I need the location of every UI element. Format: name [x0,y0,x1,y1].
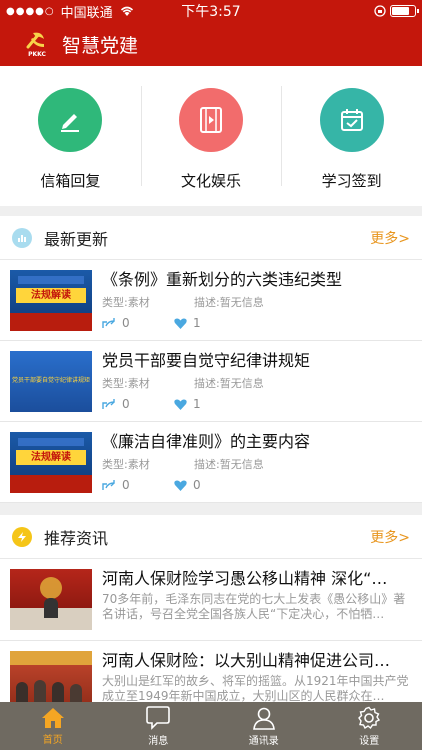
chart-bars-icon [12,227,32,248]
home-icon [41,707,64,728]
share-icon[interactable] [102,398,116,410]
quick-action-mailbox[interactable]: 信箱回复 [0,66,141,206]
chat-bubble-icon [146,705,171,730]
news-type: 类型:素材 [102,296,150,309]
share-count: 0 [122,397,130,411]
status-bar: ●●●●○ 中国联通 下午3:57 [0,0,422,22]
quick-action-label: 学习签到 [321,172,382,190]
tab-label: 设置 [359,735,380,747]
quick-action-label: 文化娱乐 [181,172,242,190]
latest-list: 法规解读 《条例》重新划分的六类违纪类型 类型:素材 描述:暂无信息 0 1 党员… [0,260,422,503]
news-thumbnail: 党员干部要自觉守纪律讲规矩 [10,351,92,412]
film-icon [179,88,243,152]
quick-action-checkin[interactable]: 学习签到 [281,66,422,206]
lightning-icon [12,526,32,547]
share-icon[interactable] [102,479,116,491]
tab-messages[interactable]: 消息 [106,702,212,750]
news-summary: 大别山是红军的故乡、将军的摇篮。从1921年中国共产党成立至1949年新中国成立… [102,674,409,703]
latest-section-header: 最新更新 更多> [0,216,422,260]
heart-icon[interactable] [174,480,187,491]
news-title: 河南人保财险学习愚公移山精神 深化“… [102,569,388,588]
calendar-check-icon [319,88,384,152]
tab-label: 通讯录 [248,735,279,747]
carrier-label: 中国联通 [60,5,113,21]
news-title: 河南人保财险：以大别山精神促进公司… [102,651,391,670]
news-desc: 描述:暂无信息 [194,296,264,309]
quick-actions: 信箱回复 文化娱乐 学习签到 [0,66,422,206]
signal-icon: ●●●●○ [6,5,55,17]
list-item[interactable]: 党员干部要自觉守纪律讲规矩 党员干部要自觉守纪律讲规矩 类型:素材 描述:暂无信息… [0,341,422,422]
app-header: PKKC 智慧党建 [0,22,422,66]
news-desc: 描述:暂无信息 [194,458,264,471]
heart-icon[interactable] [174,318,187,329]
section-title: 推荐资讯 [44,528,109,548]
list-item[interactable]: 河南人保财险学习愚公移山精神 深化“… 70多年前，毛泽东同志在党的七大上发表《… [0,559,422,641]
share-icon[interactable] [102,317,116,329]
quick-action-culture[interactable]: 文化娱乐 [140,66,282,206]
like-count: 1 [193,316,201,330]
tab-home[interactable]: 首页 [0,702,106,750]
list-item[interactable]: 法规解读 《条例》重新划分的六类违纪类型 类型:素材 描述:暂无信息 0 1 [0,260,422,341]
news-type: 类型:素材 [102,458,150,471]
wifi-icon [120,6,133,16]
tab-label: 首页 [42,734,63,746]
pen-icon [38,88,103,152]
bottom-tab-bar: 首页 消息 通讯录 设置 [0,702,422,750]
recommended-list: 河南人保财险学习愚公移山精神 深化“… 70多年前，毛泽东同志在党的七大上发表《… [0,559,422,723]
like-count: 0 [193,478,201,492]
news-thumbnail [10,569,92,630]
list-item[interactable]: 法规解读 《廉洁自律准则》的主要内容 类型:素材 描述:暂无信息 0 0 [0,422,422,503]
party-logo-icon: PKKC [24,29,50,59]
tab-contacts[interactable]: 通讯录 [211,702,317,750]
news-thumbnail: 法规解读 [10,270,92,331]
orientation-lock-icon [374,5,386,17]
news-desc: 描述:暂无信息 [194,377,264,390]
gear-icon [358,706,381,729]
share-count: 0 [122,478,130,492]
news-thumbnail: 法规解读 [10,432,92,493]
news-type: 类型:素材 [102,377,150,390]
recommended-section-header: 推荐资讯 更多> [0,515,422,559]
share-count: 0 [122,316,130,330]
contacts-person-icon [252,707,275,730]
quick-action-label: 信箱回复 [40,172,101,190]
like-count: 1 [193,397,201,411]
news-title: 党员干部要自觉守纪律讲规矩 [102,351,311,370]
tab-label: 消息 [148,735,169,747]
latest-more-link[interactable]: 更多> [370,228,410,248]
recommended-more-link[interactable]: 更多> [370,527,410,547]
app-title: 智慧党建 [62,34,139,57]
battery-icon [390,5,419,17]
news-title: 《廉洁自律准则》的主要内容 [102,432,311,451]
news-summary: 70多年前，毛泽东同志在党的七大上发表《愚公移山》著名讲话，号召全党全国各族人民… [102,592,406,621]
heart-icon[interactable] [174,399,187,410]
news-title: 《条例》重新划分的六类违纪类型 [102,270,343,289]
tab-settings[interactable]: 设置 [317,702,422,750]
section-title: 最新更新 [44,229,109,249]
